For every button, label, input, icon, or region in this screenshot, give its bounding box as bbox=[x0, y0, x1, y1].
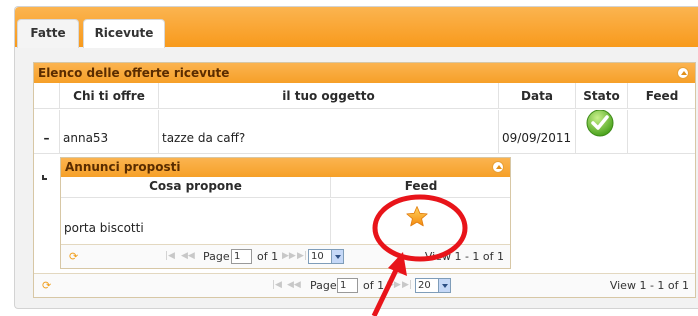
column-header-oggetto[interactable]: il tuo oggetto bbox=[159, 83, 499, 109]
collapse-toggle-icon[interactable] bbox=[677, 67, 689, 79]
rows-per-page-select[interactable]: 20 bbox=[415, 278, 451, 293]
star-icon[interactable] bbox=[405, 205, 429, 229]
proposals-title: Annunci proposti bbox=[65, 160, 181, 174]
next-page-icon[interactable]: ▶▶ bbox=[282, 251, 296, 261]
proposals-pager: ⟳ |◀ ◀◀ Page 1 of 1 ▶▶ ▶| 10 View 1 - 1 … bbox=[61, 244, 510, 268]
pager-view-text: View 1 - 1 of 1 bbox=[424, 250, 504, 263]
column-header-feed[interactable]: Feed bbox=[628, 83, 696, 109]
refresh-icon[interactable]: ⟳ bbox=[69, 250, 78, 263]
next-page-icon[interactable]: ▶▶ bbox=[387, 280, 401, 290]
collapse-row-button[interactable]: – bbox=[34, 110, 60, 154]
column-header-chi[interactable]: Chi ti offre bbox=[60, 83, 159, 109]
table-row[interactable]: – anna53 tazze da caff? 09/09/2011 ( bbox=[34, 110, 695, 154]
last-page-icon[interactable]: ▶| bbox=[402, 280, 412, 290]
rows-per-page-value: 20 bbox=[418, 280, 431, 291]
rows-per-page-value: 10 bbox=[311, 251, 324, 262]
cell-chi: anna53 bbox=[60, 110, 159, 154]
offers-grid-pager: ⟳ |◀ ◀◀ Page 1 of 1 ▶▶ ▶| 20 View 1 - 1 … bbox=[34, 273, 695, 297]
subgrid-indicator-icon bbox=[42, 175, 47, 180]
proposals-subgrid: Annunci proposti Cosa propone Feed porta… bbox=[60, 157, 511, 269]
page-number-input[interactable]: 1 bbox=[231, 249, 252, 264]
first-page-icon[interactable]: |◀ bbox=[272, 280, 282, 290]
column-header-data[interactable]: Data bbox=[499, 83, 576, 109]
check-icon bbox=[586, 110, 614, 137]
rows-per-page-select[interactable]: 10 bbox=[308, 249, 344, 264]
tab-ricevute[interactable]: Ricevute bbox=[83, 19, 165, 48]
last-page-icon[interactable]: ▶| bbox=[297, 251, 307, 261]
cell-propone: porta biscotti bbox=[61, 199, 331, 245]
column-header-propone[interactable]: Cosa propone bbox=[61, 177, 331, 198]
table-row[interactable]: porta biscotti bbox=[61, 199, 510, 245]
proposals-caption: Annunci proposti bbox=[61, 158, 510, 177]
collapse-toggle-icon[interactable] bbox=[492, 161, 504, 173]
cell-oggetto: tazze da caff? bbox=[159, 110, 499, 154]
chevron-down-icon bbox=[438, 279, 450, 292]
cell-feed bbox=[331, 199, 511, 245]
pager-of-label: of 1 bbox=[363, 279, 385, 292]
pager-of-label: of 1 bbox=[257, 250, 279, 263]
pager-page-label: Page bbox=[203, 250, 230, 263]
pager-view-text: View 1 - 1 of 1 bbox=[609, 279, 689, 292]
proposals-header: Cosa propone Feed bbox=[61, 177, 510, 198]
cell-stato bbox=[576, 110, 628, 154]
chevron-down-icon bbox=[331, 250, 343, 263]
offers-grid-header: Chi ti offre il tuo oggetto Data Stato F… bbox=[34, 83, 695, 109]
pager-page-label: Page bbox=[310, 279, 337, 292]
offers-grid-title: Elenco delle offerte ricevute bbox=[38, 66, 230, 80]
cell-data: 09/09/2011 ( bbox=[499, 110, 576, 154]
prev-page-icon[interactable]: ◀◀ bbox=[287, 280, 301, 290]
page-number-input[interactable]: 1 bbox=[337, 278, 358, 293]
tabs-container: Fatte Ricevute Elenco delle offerte rice… bbox=[14, 6, 698, 309]
column-header-feed[interactable]: Feed bbox=[331, 177, 511, 198]
expand-column-header bbox=[34, 83, 60, 109]
prev-page-icon[interactable]: ◀◀ bbox=[181, 251, 195, 261]
refresh-icon[interactable]: ⟳ bbox=[42, 279, 51, 292]
column-header-stato[interactable]: Stato bbox=[576, 83, 628, 109]
first-page-icon[interactable]: |◀ bbox=[165, 251, 175, 261]
cell-feed bbox=[628, 110, 696, 154]
tab-fatte[interactable]: Fatte bbox=[17, 19, 79, 48]
tab-bar: Fatte Ricevute bbox=[15, 7, 698, 48]
offers-grid-caption: Elenco delle offerte ricevute bbox=[34, 63, 695, 83]
